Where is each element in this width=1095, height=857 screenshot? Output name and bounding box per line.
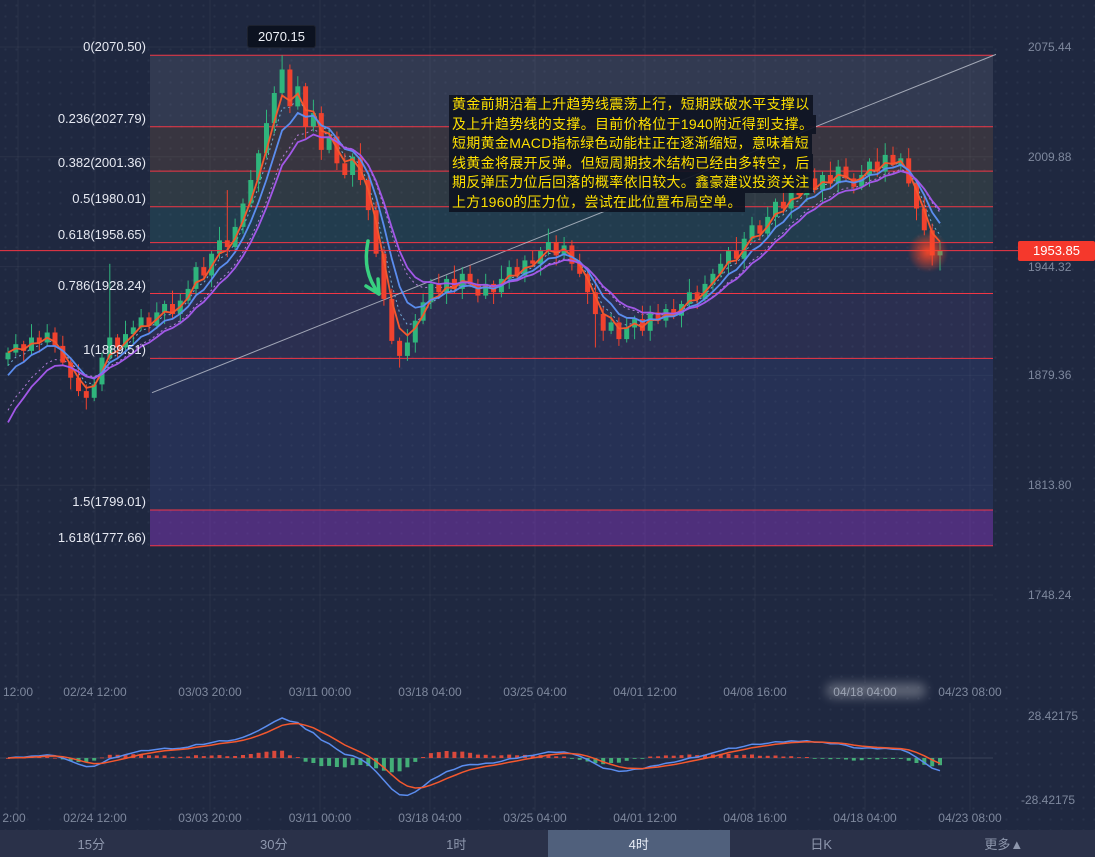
time-tick-label: 03/03 20:00 — [178, 685, 241, 699]
watermark-smudge — [826, 683, 926, 698]
time-tick-label: 04/01 12:00 — [613, 685, 676, 699]
timeframe-tab-日K[interactable]: 日K — [730, 830, 913, 857]
annotation-line: 上方1960的压力位，尝试在此位置布局空单。 — [449, 193, 745, 213]
time-tick-label: 03/11 00:00 — [289, 811, 352, 825]
trading-chart-app: 0(2070.50)0.236(2027.79)0.382(2001.36)0.… — [0, 0, 1095, 857]
time-tick-label: 04/18 04:00 — [833, 811, 896, 825]
annotation-line: 线黄金将展开反弹。但短周期技术结构已经由多转空，后 — [449, 154, 813, 174]
time-tick-label: 02/24 12:00 — [63, 685, 126, 699]
time-tick-label: 04/01 12:00 — [613, 811, 676, 825]
peak-price-tooltip: 2070.15 — [247, 25, 316, 48]
timeframe-tab-4时[interactable]: 4时 — [548, 830, 731, 857]
time-tick-label: 03/25 04:00 — [503, 811, 566, 825]
analysis-annotation: 黄金前期沿着上升趋势线震荡上行，短期跌破水平支撑以及上升趋势线的支撑。目前价格位… — [449, 95, 829, 212]
timeframe-tab-30分[interactable]: 30分 — [183, 830, 366, 857]
time-tick-label: 04/18 04:00 — [833, 685, 896, 699]
macd-chart-canvas[interactable] — [0, 703, 1095, 811]
macd-axis-max: 28.42175 — [1028, 709, 1078, 723]
time-tick-label: 03/03 20:00 — [178, 811, 241, 825]
timeframe-tab-1时[interactable]: 1时 — [365, 830, 548, 857]
time-tick-label: 04/23 08:00 — [938, 685, 1001, 699]
annotation-line: 短期黄金MACD指标绿色动能柱正在逐渐缩短，意味着短 — [449, 134, 812, 154]
time-tick-label: 03/25 04:00 — [503, 685, 566, 699]
down-arrow-icon — [352, 236, 412, 311]
annotation-line: 及上升趋势线的支撑。目前价格位于1940附近得到支撑。 — [449, 115, 816, 135]
macd-time-axis: 2:00 02/24 12:00 03/03 20:00 03/11 00:00 03/… — [0, 811, 1095, 827]
time-tick-label: 03/18 04:00 — [398, 811, 461, 825]
time-tick-label: 03/18 04:00 — [398, 685, 461, 699]
time-axis: 12:00 02/24 12:00 03/03 20:00 03/11 00:00 03… — [0, 685, 1095, 701]
time-tick-label: 03/11 00:00 — [289, 685, 352, 699]
time-tick-label: 02/24 12:00 — [63, 811, 126, 825]
time-tick-label: 2:00 — [2, 811, 25, 825]
time-tick-label: 04/23 08:00 — [938, 811, 1001, 825]
annotation-line: 期反弹压力位后回落的概率依旧较大。鑫豪建议投资关注 — [449, 173, 813, 193]
timeframe-tabbar: 15分30分1时4时日K更多▲ — [0, 830, 1095, 857]
current-price-badge: 1953.85 — [1018, 241, 1095, 261]
timeframe-tab-15分[interactable]: 15分 — [0, 830, 183, 857]
timeframe-tab-更多▲[interactable]: 更多▲ — [913, 830, 1095, 857]
macd-axis-min: -28.42175 — [1021, 793, 1075, 807]
time-tick-label: 12:00 — [3, 685, 33, 699]
time-tick-label: 04/08 16:00 — [723, 685, 786, 699]
annotation-line: 黄金前期沿着上升趋势线震荡上行，短期跌破水平支撑以 — [449, 95, 813, 115]
time-tick-label: 04/08 16:00 — [723, 811, 786, 825]
